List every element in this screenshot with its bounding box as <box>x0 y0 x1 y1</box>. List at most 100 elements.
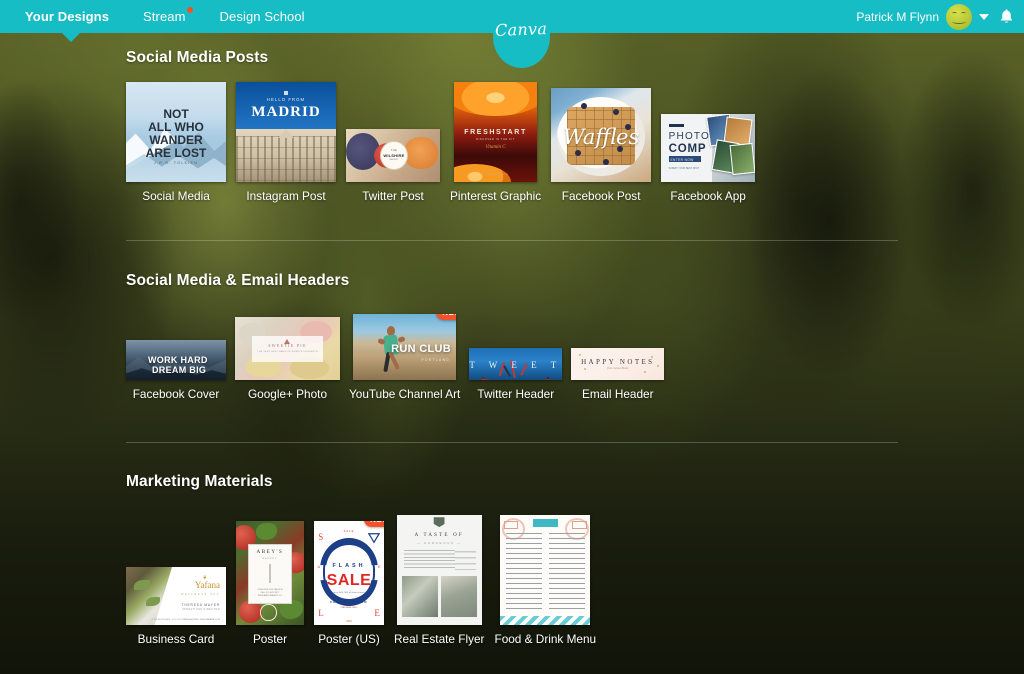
template-tile-pinterest-graphic[interactable]: FRESHSTART DISCOVER IN THE KIT Vitamin C… <box>450 82 541 203</box>
thumb-text: Vitamin C <box>485 145 506 150</box>
thumb-text: A TASTE OF <box>414 532 464 538</box>
thumbnail: FRESHSTART DISCOVER IN THE KIT Vitamin C… <box>454 82 538 182</box>
thumb-art-confetti <box>643 371 646 374</box>
thumb-text: OPEN MON-SUN 7AM-9PM CALL 555 0192 8877 … <box>257 588 283 598</box>
thumb-art-menu-column <box>505 532 542 610</box>
thumb-text: RUN CLUB <box>391 343 451 356</box>
avatar[interactable] <box>946 3 972 30</box>
thumb-text: SWEETIE PIE <box>268 342 307 348</box>
new-badge: NEW <box>364 521 384 527</box>
template-tile-real-estate-flyer[interactable]: A TASTE OF — GORGEOUS — Real Estate Flye… <box>394 515 484 646</box>
thumb-art-confetti <box>578 354 581 357</box>
template-tile-business-card[interactable]: ❦ Yafana WELLNESS SPA THERESA MAYER OPER… <box>126 567 226 646</box>
primary-nav: Your Designs Stream Design School <box>0 0 322 33</box>
thumb-text: WILSHIRE <box>383 153 405 159</box>
thumb-text: SALE <box>326 571 372 589</box>
template-tile-google-plus-photo[interactable]: SWEETIE PIE THE VERY BEST BAKE OF SWEETS… <box>235 317 340 401</box>
avatar-eye-left <box>952 11 957 15</box>
thumb-text: WELLNESS SPA <box>180 592 220 596</box>
template-tile-twitter-header[interactable]: T W E E T Twitter Header <box>469 348 563 401</box>
thumb-text: FRANK ● ELDER <box>330 600 368 605</box>
thumb-text: T W E E T <box>469 360 563 371</box>
thumb-text: +1 754 354 55 6600 · LOC 101 THERESA@WEL… <box>150 618 220 621</box>
designs-content: Social Media Posts NOT ALL WHO WANDER AR… <box>0 33 1024 674</box>
tile-label: Email Header <box>582 387 654 401</box>
template-tile-facebook-post[interactable]: Waffles Facebook Post <box>551 88 652 203</box>
thumb-art-arrow <box>367 532 381 546</box>
chevron-down-icon[interactable] <box>979 13 989 20</box>
thumbnail: PHOTO COMP ENTER NOW SUBMIT YOUR BEST SH… <box>661 114 756 182</box>
thumb-text: ONE WEEK ONLY <box>340 607 358 610</box>
thumb-text: DISCOVER IN THE KIT <box>476 138 515 141</box>
thumb-art-box <box>503 520 519 530</box>
thumbnail: A TASTE OF — GORGEOUS — <box>396 515 482 625</box>
thumb-art-header-band <box>532 519 558 528</box>
canva-wordmark: Canva <box>495 19 548 40</box>
thumb-art-photo <box>729 142 755 175</box>
nav-item-design-school[interactable]: Design School <box>203 0 322 33</box>
tile-label: Google+ Photo <box>247 387 328 401</box>
thumb-art-card: SWEETIE PIE THE VERY BEST BAKE OF SWEETS… <box>251 335 324 363</box>
tile-label: Facebook Post <box>561 189 641 203</box>
thumbnail: NEW SALE S L E A E FLASH SALE <box>314 521 384 625</box>
thumb-art-greens <box>256 523 277 540</box>
canva-logo[interactable]: Canva <box>493 0 550 68</box>
thumb-text: up to 50% OFF all shirts & jeans <box>333 591 365 594</box>
thumb-art-crest <box>433 517 445 528</box>
template-tile-twitter-post[interactable]: THE WILSHIRE BAKERY Twitter Post <box>346 129 440 203</box>
template-tile-poster-us[interactable]: NEW SALE S L E A E FLASH SALE <box>314 521 384 646</box>
tile-label: Twitter Post <box>362 189 424 203</box>
thumb-text: ABEY'S <box>256 550 284 556</box>
section-title: Marketing Materials <box>126 473 273 490</box>
thumbnail: HAPPY NOTES from mama Blake <box>571 348 665 380</box>
template-tile-social-media[interactable]: NOT ALL WHO WANDER ARE LOST J.R.R. TOLKI… <box>126 82 226 203</box>
tile-label: Food & Drink Menu <box>494 632 597 646</box>
nav-item-stream[interactable]: Stream <box>126 0 203 33</box>
thumb-credit: J.R.R. TOLKIEN <box>153 161 199 165</box>
avatar-eye-right <box>961 11 966 15</box>
template-tile-food-drink-menu[interactable]: Food & Drink Menu <box>494 515 596 646</box>
thumb-text: DREAM BIG <box>152 365 207 375</box>
tile-label: Social Media <box>142 189 210 203</box>
template-tile-youtube-channel-art[interactable]: NEW RUN CLUB PORTLAND YouT <box>349 314 460 401</box>
tile-label: Poster <box>252 632 288 646</box>
template-tile-facebook-app[interactable]: PHOTO COMP ENTER NOW SUBMIT YOUR BEST SH… <box>661 114 756 203</box>
nav-item-your-designs[interactable]: Your Designs <box>0 0 126 33</box>
avatar-mouth <box>952 19 966 24</box>
template-tile-facebook-cover[interactable]: WORK HARD DREAM BIG Facebook Cover <box>126 340 226 401</box>
tile-label: Facebook App <box>670 189 746 203</box>
thumb-art-photo <box>440 575 477 618</box>
thumb-art-rule <box>668 123 684 127</box>
thumb-text: Waffles <box>563 124 640 149</box>
thumb-text: THE <box>390 149 398 153</box>
canva-homepage: Your Designs Stream Design School Patric… <box>0 0 1024 674</box>
notification-bell-icon[interactable] <box>999 8 1014 25</box>
thumbnail: SWEETIE PIE THE VERY BEST BAKE OF SWEETS… <box>235 317 340 380</box>
thumb-art-detail-icons <box>455 551 476 570</box>
thumbnail: T W E E T <box>469 348 563 380</box>
thumb-text: SUBMIT YOUR BEST SHOT <box>668 167 700 171</box>
tile-label: Facebook Cover <box>132 387 220 401</box>
template-tile-email-header[interactable]: HAPPY NOTES from mama Blake Email Header <box>571 348 665 401</box>
thumb-text: ENTER NOW <box>670 157 694 162</box>
nav-label-your-designs: Your Designs <box>25 9 110 24</box>
thumb-art-photo <box>401 575 438 618</box>
thumb-text: OPERATIONS DIRECTOR <box>181 607 220 611</box>
thumb-text: ALL WHO <box>148 120 204 134</box>
thumb-text: PORTLAND <box>421 357 450 362</box>
thumbnail: THE WILSHIRE BAKERY <box>346 129 440 182</box>
thumb-art-body-text <box>403 550 455 570</box>
thumb-text: ARE LOST <box>145 146 207 160</box>
username-label: Patrick M Flynn <box>856 9 939 24</box>
nav-label-stream: Stream <box>143 9 186 24</box>
thumbnail: HELLO FROM MADRID <box>236 82 336 182</box>
thumb-text: FLASH <box>332 562 366 569</box>
thumb-text: THERESA MAYER <box>181 602 220 607</box>
thumb-art-box <box>572 520 587 530</box>
thumb-art-emblem <box>284 91 288 95</box>
template-tile-instagram-post[interactable]: HELLO FROM MADRID Instagram Post <box>236 82 336 203</box>
template-tile-poster[interactable]: ABEY'S BAKERY OPEN MON-SUN 7AM-9PM CALL … <box>236 521 304 646</box>
thumb-text: Yafana <box>194 579 220 590</box>
new-badge: NEW <box>436 314 457 320</box>
tile-row: NOT ALL WHO WANDER ARE LOST J.R.R. TOLKI… <box>0 82 1024 203</box>
